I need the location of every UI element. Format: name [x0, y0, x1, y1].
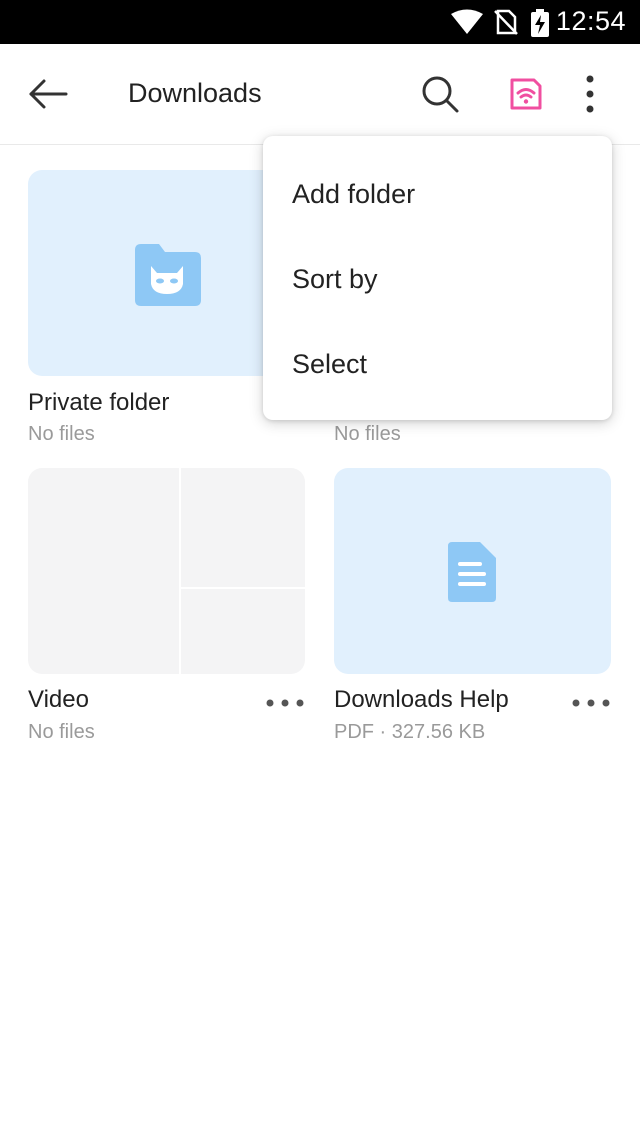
tile-name: Video	[28, 686, 89, 713]
tile-more-button[interactable]	[569, 688, 613, 718]
more-horizontal-icon	[572, 699, 610, 707]
app-bar: Downloads	[0, 44, 640, 144]
document-thumbnail	[334, 468, 611, 674]
menu-item-select[interactable]: Select	[263, 322, 612, 406]
tile-subtitle: No files	[334, 423, 401, 445]
status-bar: 12:54	[0, 0, 640, 44]
document-icon	[448, 542, 496, 602]
wifi-transfer-button[interactable]	[500, 68, 552, 120]
tile-name: Private folder	[28, 389, 170, 416]
page-title: Downloads	[128, 78, 262, 108]
tile-more-button[interactable]	[263, 688, 307, 718]
tile-subtitle: PDF · 327.56 KB	[334, 721, 486, 743]
menu-item-add-folder[interactable]: Add folder	[263, 152, 612, 236]
back-button[interactable]	[22, 70, 74, 118]
more-options-button[interactable]	[568, 68, 612, 120]
menu-item-sort-by[interactable]: Sort by	[263, 237, 612, 321]
battery-charging-icon	[531, 9, 549, 37]
tile-subtitle: No files	[28, 423, 95, 445]
private-folder-icon	[135, 244, 201, 306]
overflow-menu: Add folder Sort by Select	[263, 136, 612, 420]
more-vertical-icon	[586, 75, 594, 113]
status-time: 12:54	[555, 6, 626, 36]
wifi-signal-icon	[451, 9, 483, 34]
no-sim-icon	[494, 9, 518, 35]
arrow-left-icon	[29, 79, 68, 109]
more-horizontal-icon	[266, 699, 304, 707]
search-icon	[422, 76, 459, 113]
wifi-transfer-icon	[510, 78, 542, 110]
video-folder-thumbnail	[28, 468, 305, 674]
video-folder-tile[interactable]: Video No files	[28, 468, 305, 743]
downloads-help-tile[interactable]: Downloads Help PDF · 327.56 KB	[334, 468, 611, 743]
search-button[interactable]	[414, 68, 466, 120]
tile-subtitle: No files	[28, 721, 95, 743]
tile-name: Downloads Help	[334, 686, 509, 713]
